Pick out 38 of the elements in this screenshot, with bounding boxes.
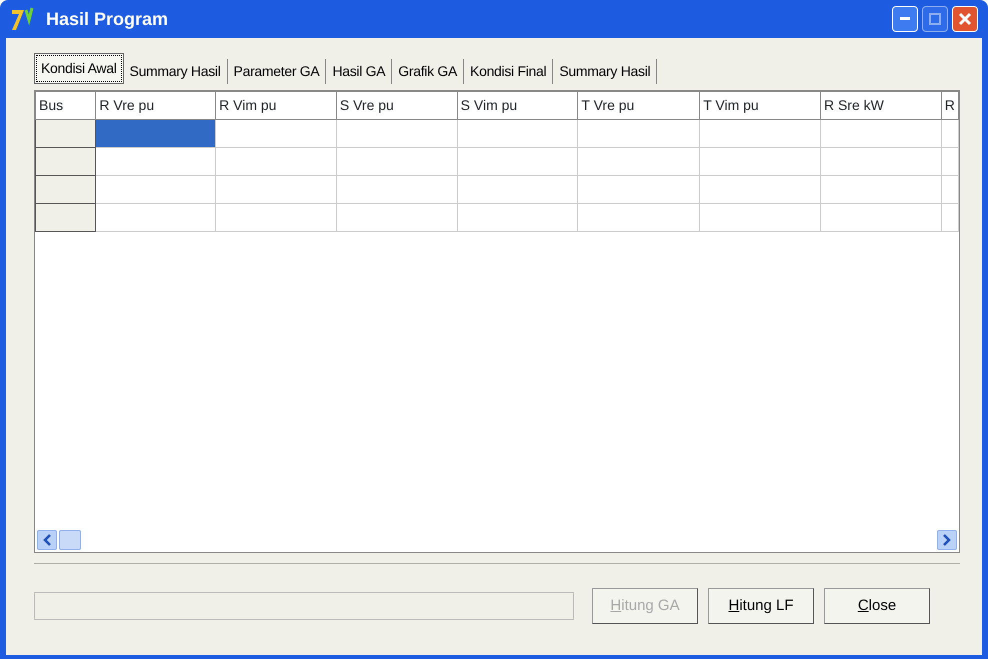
column-header[interactable]: Bus	[36, 92, 96, 120]
row-header[interactable]	[36, 176, 96, 204]
left-chevron-icon	[42, 534, 52, 546]
table-cell[interactable]	[96, 120, 216, 148]
table-cell[interactable]	[96, 204, 216, 232]
row-header[interactable]	[36, 148, 96, 176]
window-title: Hasil Program	[46, 8, 168, 31]
minimize-icon	[900, 17, 910, 21]
maximize-icon	[929, 13, 941, 25]
scroll-right-button[interactable]	[937, 530, 957, 550]
table-cell[interactable]	[96, 148, 216, 176]
column-header[interactable]: S Vre pu	[336, 92, 458, 120]
column-header[interactable]: R Sre kW	[820, 92, 942, 120]
tab[interactable]: Parameter GA	[228, 59, 326, 84]
tab[interactable]: Kondisi Awal	[34, 53, 124, 84]
scrollbar-thumb[interactable]	[59, 530, 81, 550]
column-header[interactable]: R Vre pu	[96, 92, 216, 120]
right-chevron-icon	[942, 534, 952, 546]
action-button[interactable]: Hitung LF	[708, 588, 814, 624]
column-header[interactable]: T Vim pu	[700, 92, 820, 120]
maximize-button[interactable]	[922, 6, 948, 32]
tab[interactable]: Hasil GA	[326, 59, 392, 84]
column-header[interactable]: R Vim pu	[216, 92, 336, 120]
column-header[interactable]: T Vre pu	[578, 92, 700, 120]
scroll-left-button[interactable]	[37, 530, 57, 550]
close-window-button[interactable]	[952, 6, 978, 32]
tab[interactable]: Summary Hasil	[553, 59, 658, 84]
column-header[interactable]: S Vim pu	[457, 92, 578, 120]
column-header[interactable]: R	[941, 92, 958, 120]
row-header[interactable]	[36, 120, 96, 148]
row-header[interactable]	[36, 204, 96, 232]
table-cell[interactable]	[96, 176, 216, 204]
tab[interactable]: Summary Hasil	[124, 59, 228, 84]
tab[interactable]: Grafik GA	[392, 59, 464, 84]
minimize-button[interactable]	[892, 6, 918, 32]
tab[interactable]: Kondisi Final	[464, 59, 554, 84]
close-icon	[958, 12, 972, 26]
action-button[interactable]: Close	[824, 588, 930, 624]
